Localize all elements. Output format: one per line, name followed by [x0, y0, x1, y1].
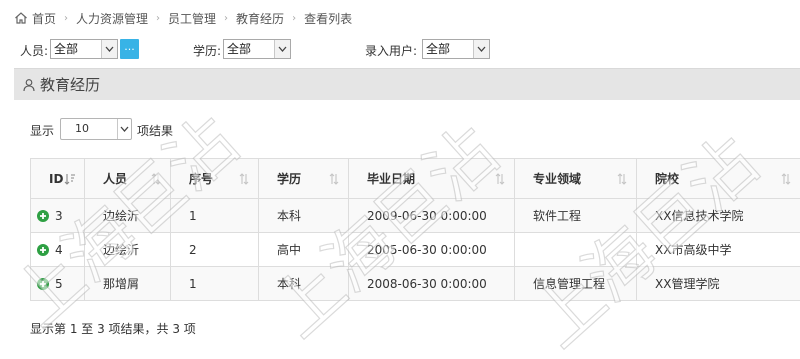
length-show-label: 显示	[30, 124, 55, 138]
person-select[interactable]: 全部	[50, 39, 118, 59]
person-filter-label: 人员:	[20, 44, 49, 58]
entry-user-filter-label: 录入用户:	[365, 44, 418, 58]
sort-icon	[495, 173, 505, 185]
person-pick-button[interactable]: ...	[120, 39, 139, 59]
expand-plus-icon[interactable]	[37, 209, 49, 222]
sort-icon	[239, 173, 249, 185]
cell-education: 本科	[258, 198, 349, 233]
entry-user-select-value: 全部	[426, 42, 451, 56]
page-length-select[interactable]: 10	[60, 118, 132, 140]
chevron-down-icon	[473, 40, 489, 58]
breadcrumb: 首页 › 人力资源管理 › 员工管理 › 教育经历 › 查看列表	[14, 9, 352, 27]
column-header-major[interactable]: 专业领域	[514, 158, 637, 199]
cell-school: XX信息技术学院	[636, 198, 800, 233]
page: 首页 › 人力资源管理 › 员工管理 › 教育经历 › 查看列表 人员: 全部 …	[0, 0, 800, 359]
filter-bar: 人员: 全部 ... 学历: 全部 录入用户: 全部	[0, 38, 800, 60]
cell-person: 那增屑	[84, 266, 171, 301]
breadcrumb-separator-icon: ›	[156, 12, 161, 24]
cell-id: 4	[30, 232, 85, 267]
user-icon	[22, 78, 36, 92]
breadcrumb-hr[interactable]: 人力资源管理	[76, 10, 148, 27]
cell-education: 高中	[258, 232, 349, 267]
column-header-id[interactable]: ID	[30, 158, 85, 199]
column-header-grad-date[interactable]: 毕业日期	[348, 158, 515, 199]
education-select[interactable]: 全部	[223, 39, 291, 59]
cell-major: 信息管理工程	[514, 266, 637, 301]
table-info: 显示第 1 至 3 项结果，共 3 项	[30, 322, 196, 336]
education-table: ID 人员 序号 学历 毕业日期 专业领域 院校 3 边绘沂 1 本科 2009…	[30, 158, 800, 301]
cell-major: 软件工程	[514, 198, 637, 233]
expand-plus-icon[interactable]	[37, 243, 49, 256]
table-row[interactable]: 5 那增屑 1 本科 2008-06-30 0:00:00 信息管理工程 XX管…	[30, 266, 800, 301]
cell-person: 边绘沂	[84, 232, 171, 267]
cell-person: 边绘沂	[84, 198, 171, 233]
breadcrumb-employees[interactable]: 员工管理	[168, 10, 216, 27]
breadcrumb-separator-icon: ›	[64, 12, 69, 24]
page-length-value: 10	[75, 122, 89, 135]
sort-icon	[329, 173, 339, 185]
column-header-seq[interactable]: 序号	[170, 158, 259, 199]
cell-grad-date: 2005-06-30 0:00:00	[348, 232, 515, 267]
column-header-school[interactable]: 院校	[636, 158, 800, 199]
sort-asc-icon	[64, 174, 75, 185]
chevron-down-icon	[117, 119, 131, 139]
column-header-person[interactable]: 人员	[84, 158, 171, 199]
education-select-value: 全部	[227, 42, 252, 56]
expand-plus-icon[interactable]	[37, 277, 49, 290]
sort-icon	[781, 173, 791, 185]
breadcrumb-education[interactable]: 教育经历	[236, 10, 284, 27]
cell-seq: 1	[170, 198, 259, 233]
chevron-down-icon	[101, 40, 117, 58]
cell-major	[514, 232, 637, 267]
home-icon[interactable]	[14, 11, 28, 25]
section-title: 教育经历	[40, 76, 101, 94]
cell-id: 5	[30, 266, 85, 301]
cell-seq: 2	[170, 232, 259, 267]
breadcrumb-separator-icon: ›	[292, 12, 297, 24]
sort-icon	[617, 173, 627, 185]
entry-user-select[interactable]: 全部	[422, 39, 490, 59]
chevron-down-icon	[274, 40, 290, 58]
column-header-education[interactable]: 学历	[258, 158, 349, 199]
sort-icon	[151, 173, 161, 185]
person-select-value: 全部	[54, 42, 79, 56]
section-header: 教育经历	[14, 68, 800, 100]
cell-school: XX市高级中学	[636, 232, 800, 267]
table-row[interactable]: 3 边绘沂 1 本科 2009-06-30 0:00:00 软件工程 XX信息技…	[30, 198, 800, 233]
education-filter-label: 学历:	[193, 44, 222, 58]
breadcrumb-current: 查看列表	[304, 11, 353, 26]
cell-grad-date: 2009-06-30 0:00:00	[348, 198, 515, 233]
cell-id: 3	[30, 198, 85, 233]
table-row[interactable]: 4 边绘沂 2 高中 2005-06-30 0:00:00 XX市高级中学	[30, 232, 800, 267]
breadcrumb-home[interactable]: 首页	[32, 10, 56, 27]
table-header-row: ID 人员 序号 学历 毕业日期 专业领域 院校	[30, 158, 800, 199]
cell-education: 本科	[258, 266, 349, 301]
cell-grad-date: 2008-06-30 0:00:00	[348, 266, 515, 301]
cell-seq: 1	[170, 266, 259, 301]
cell-school: XX管理学院	[636, 266, 800, 301]
length-suffix-label: 项结果	[137, 124, 174, 138]
breadcrumb-separator-icon: ›	[224, 12, 229, 24]
